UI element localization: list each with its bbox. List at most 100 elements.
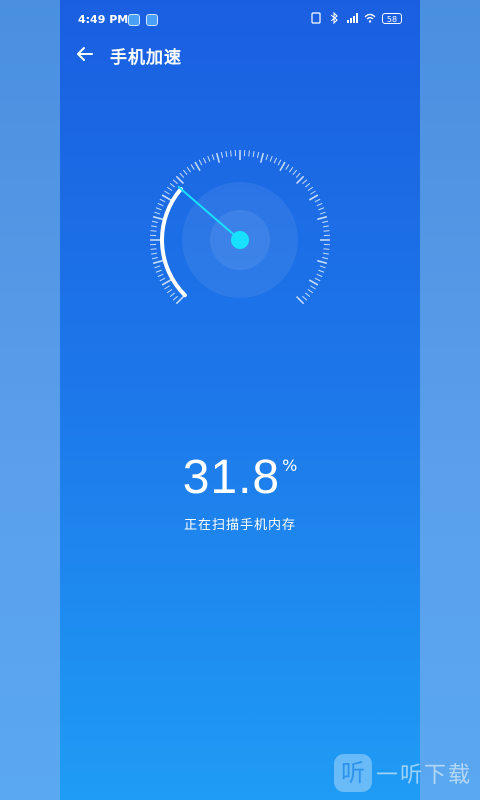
- gauge-tick: [314, 277, 321, 282]
- gauge-tick: [317, 259, 328, 265]
- gauge-tick: [302, 295, 308, 301]
- watermark-logo: 听: [333, 754, 372, 792]
- gauge-tick: [323, 230, 330, 232]
- gauge-tick: [288, 166, 294, 173]
- signal-icon: [347, 13, 358, 23]
- percent-value: 31.8: [182, 451, 281, 504]
- battery-icon: 58: [382, 12, 402, 24]
- header: 手机加速: [60, 40, 420, 70]
- percent-readout: 31.8%: [60, 450, 420, 505]
- bluetooth-icon: [330, 12, 338, 24]
- gauge-tick: [164, 285, 170, 290]
- gauge-tick: [285, 164, 290, 170]
- gauge-tick: [190, 164, 195, 170]
- gauge-tick: [179, 172, 185, 178]
- gauge-tick: [277, 159, 282, 166]
- gauge-tick: [307, 186, 314, 192]
- gauge-tick: [166, 288, 173, 294]
- gauge-tick: [215, 152, 221, 163]
- gauge-tick: [265, 154, 269, 161]
- telegram-icon: [128, 14, 140, 26]
- gauge-tick: [172, 179, 178, 185]
- gauge-tick: [317, 215, 328, 221]
- gauge-tick: [151, 252, 158, 255]
- gauge-tick: [295, 172, 301, 178]
- gauge-tick: [154, 265, 161, 269]
- gauge-tick: [322, 256, 329, 260]
- status-time: 4:49 PM: [78, 13, 129, 26]
- gauge-tick: [322, 225, 329, 228]
- gauge-tick: [161, 194, 172, 201]
- gauge-tick: [252, 151, 255, 158]
- page-title: 手机加速: [110, 48, 182, 68]
- gauge-tick: [151, 256, 158, 260]
- gauge-tick: [194, 161, 201, 172]
- gauge-tick: [225, 151, 228, 158]
- gauge-tick: [322, 220, 329, 224]
- gauge-tick: [304, 292, 311, 298]
- gauge-tick: [161, 279, 172, 286]
- gauge-tick: [164, 190, 170, 195]
- gauge-tick: [318, 269, 325, 273]
- gauge-tick: [150, 248, 157, 250]
- gauge-tick: [256, 151, 260, 158]
- back-button[interactable]: [74, 43, 96, 65]
- app-screen: 4:49 PM 58 手机加速 31.8% 正在扫描手机内存: [60, 0, 420, 800]
- gauge-tick: [172, 295, 178, 301]
- gauge-tick: [169, 182, 176, 188]
- gauge-tick: [157, 202, 164, 207]
- gauge-tick: [182, 169, 188, 176]
- gauge-tick: [230, 150, 232, 157]
- gauge-tick: [159, 198, 166, 203]
- gauge-progress-arc: [160, 186, 187, 298]
- gauge-tick: [259, 152, 265, 163]
- gauge-tick: [151, 225, 158, 228]
- gauge-tick: [296, 175, 305, 184]
- gauge-tick: [279, 161, 286, 172]
- wifi-icon: [364, 13, 376, 23]
- scan-status-text: 正在扫描手机内存: [183, 518, 296, 533]
- gauge-tick: [316, 273, 323, 278]
- gauge-tick: [220, 151, 224, 158]
- gauge-tick: [155, 269, 162, 273]
- gauge-tick: [316, 202, 323, 207]
- gauge-tick: [248, 150, 250, 157]
- gauge-tick: [308, 194, 319, 201]
- gauge-tick: [186, 166, 192, 173]
- gauge-tick: [152, 215, 163, 221]
- gauge-tick: [198, 159, 203, 166]
- status-bar: 4:49 PM 58: [60, 10, 420, 30]
- gauge-tick: [308, 279, 319, 286]
- gauge-tick: [211, 154, 215, 161]
- gauge-tick: [166, 186, 173, 192]
- gauge-tick: [269, 155, 273, 162]
- gauge-tick: [323, 248, 330, 250]
- gauge-tick: [169, 292, 176, 298]
- sim-icon: [311, 12, 321, 24]
- gauge-tick: [154, 211, 161, 215]
- gauge-tick: [159, 277, 166, 282]
- gauge-tick: [207, 155, 211, 162]
- status-icons: 58: [310, 12, 402, 24]
- watermark-text: 一听下载: [375, 763, 472, 788]
- memory-gauge: [150, 150, 330, 305]
- gauge-tick: [175, 175, 184, 184]
- gauge-tick: [175, 296, 184, 305]
- gauge-tick: [307, 288, 314, 294]
- telegram-icon: [146, 14, 158, 26]
- gauge-tick: [322, 252, 329, 255]
- gauge-tick: [296, 296, 305, 305]
- percent-unit: %: [282, 456, 298, 475]
- gauge-tick: [302, 179, 308, 185]
- gauge-tick: [319, 211, 326, 215]
- gauge-tick: [151, 220, 158, 224]
- gauge-tick: [318, 207, 325, 211]
- watermark: 听 一听下载: [333, 754, 472, 792]
- gauge-tick: [152, 259, 163, 265]
- gauge-tick: [310, 285, 316, 290]
- screen-frame: 4:49 PM 58 手机加速 31.8% 正在扫描手机内存 听 一听下载: [0, 0, 480, 800]
- gauge-tick: [202, 157, 207, 164]
- gauge-tick: [273, 157, 278, 164]
- gauge-tick: [292, 169, 298, 176]
- gauge-hub: [231, 231, 249, 249]
